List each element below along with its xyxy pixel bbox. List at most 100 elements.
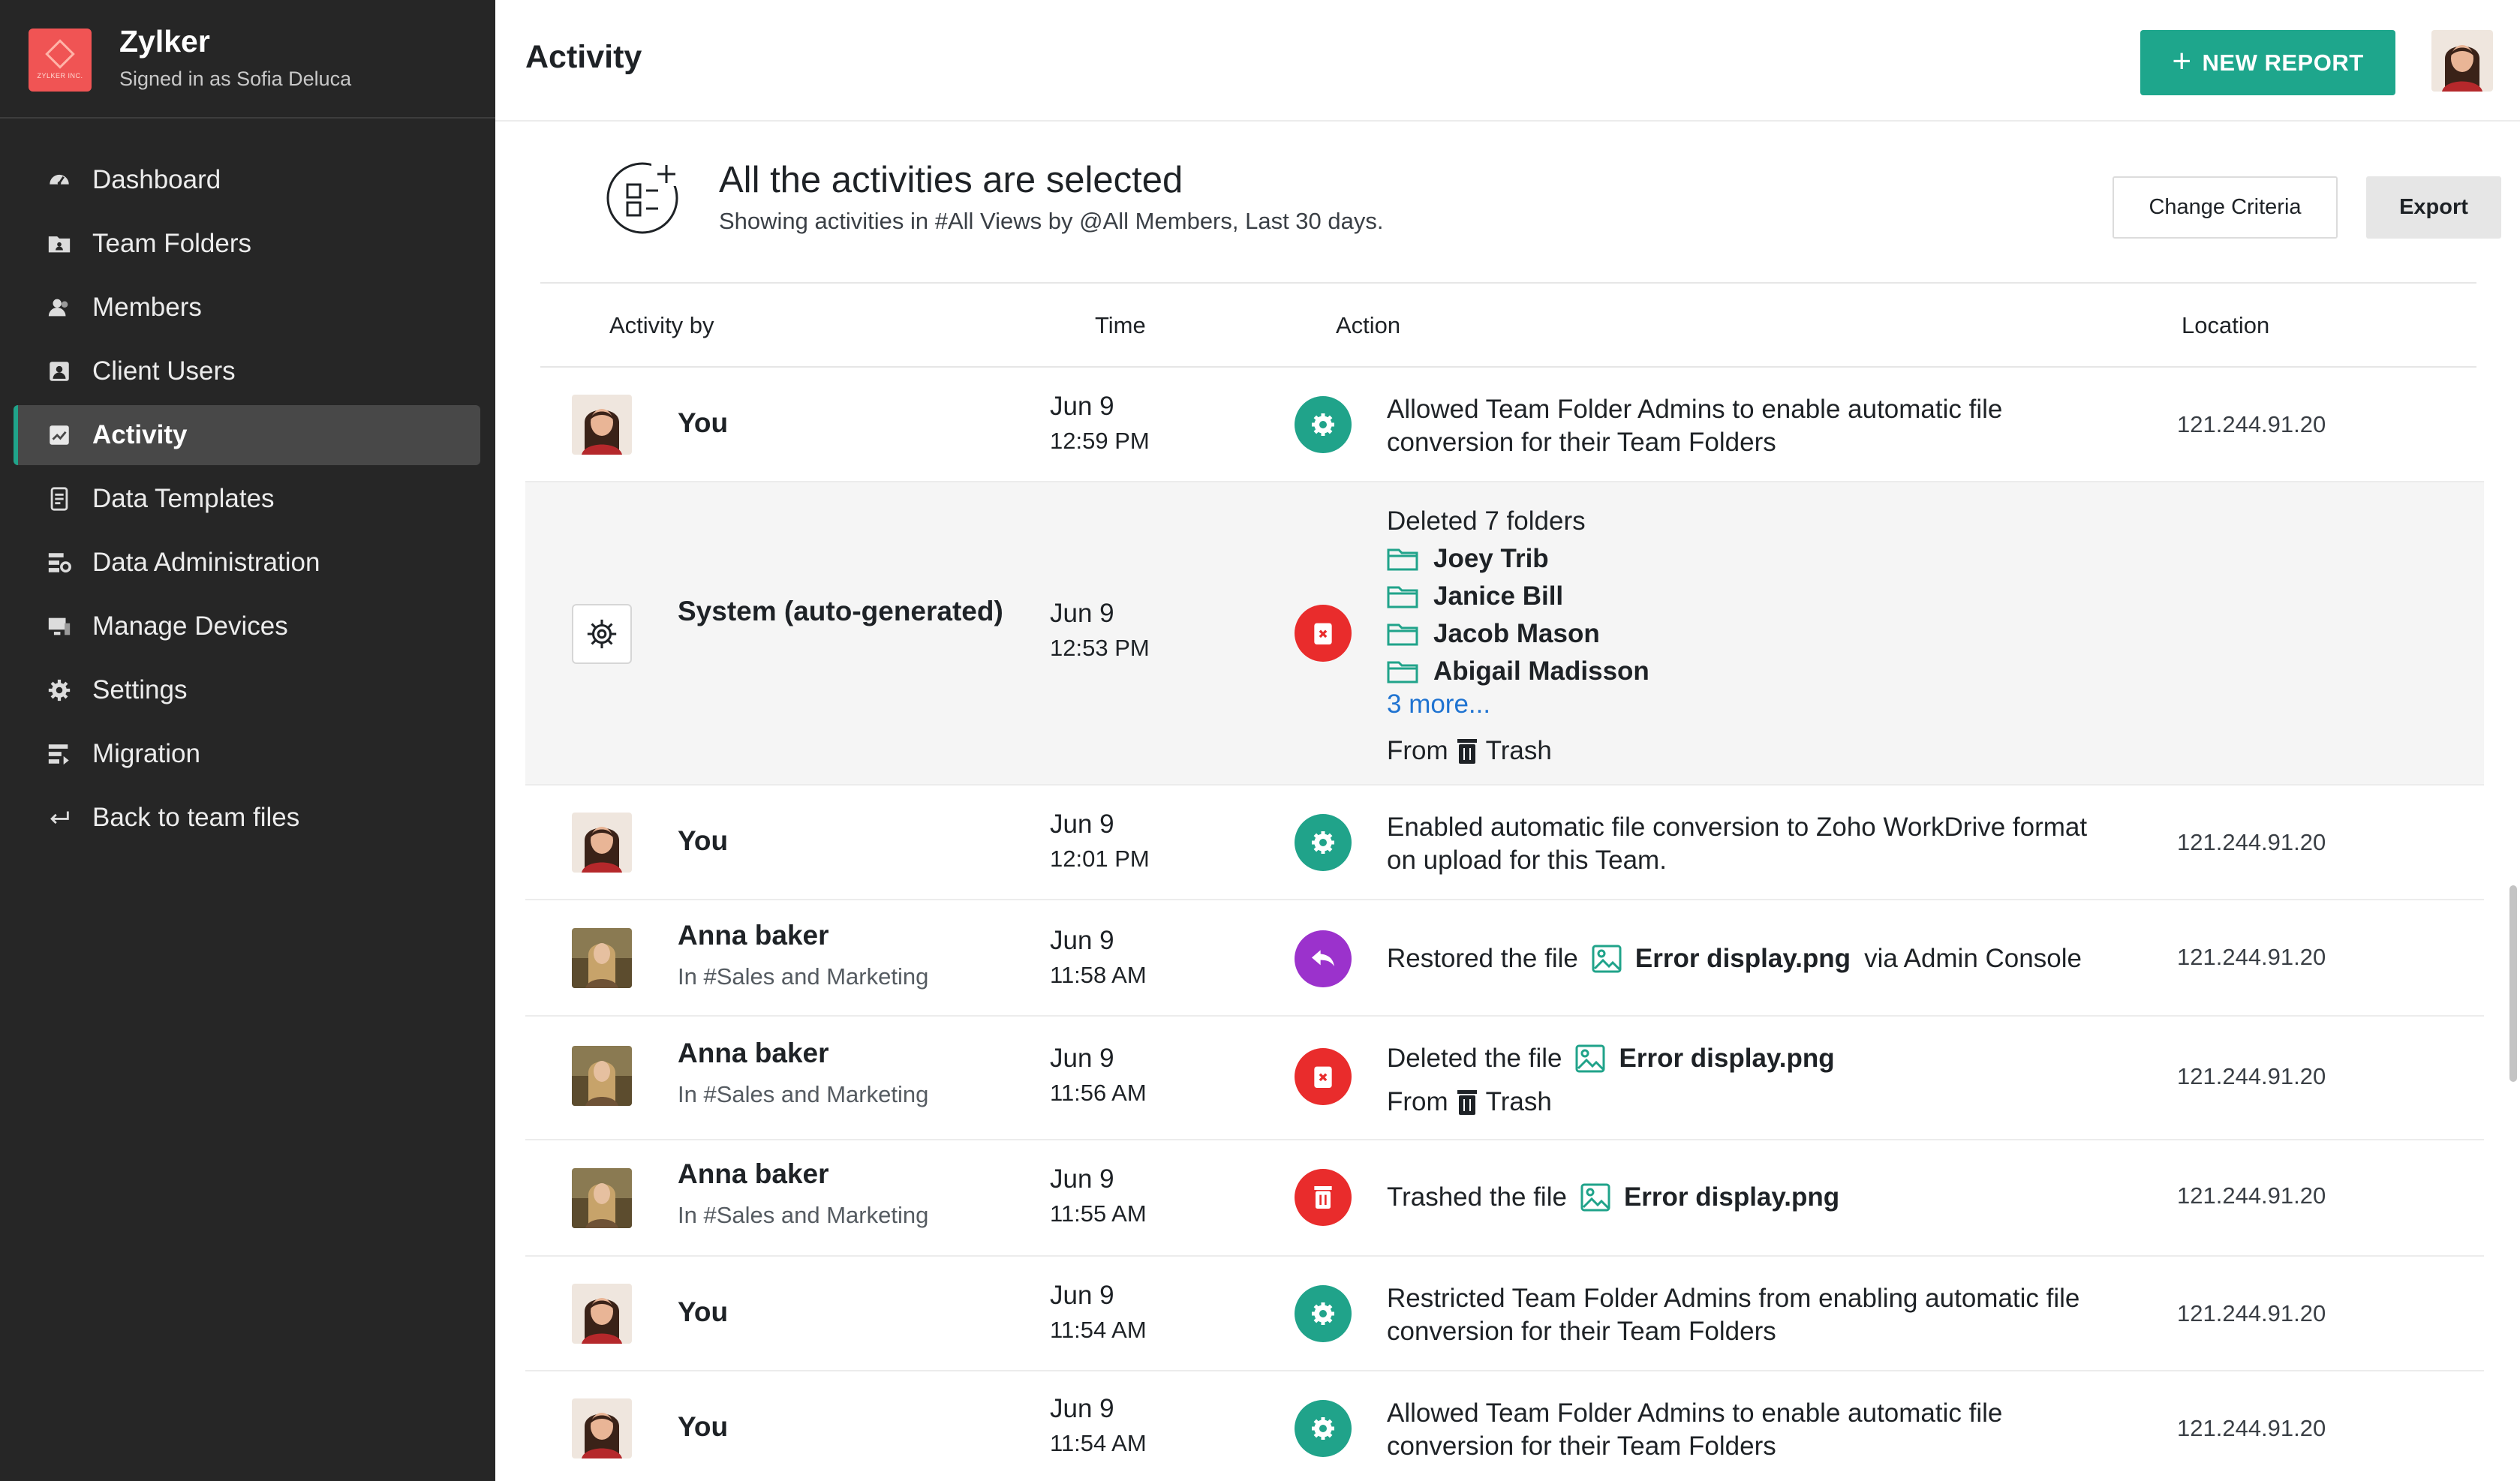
sidebar-item-migration[interactable]: Migration xyxy=(14,724,480,784)
new-report-button[interactable]: + NEW REPORT xyxy=(2140,30,2395,95)
activity-time: 12:01 PM xyxy=(1050,846,1150,872)
activity-date: Jun 9 xyxy=(1050,1044,1114,1073)
settings-icon xyxy=(47,677,72,703)
folder-item[interactable]: Joey Trib xyxy=(1387,544,1549,574)
action-prefix: Restored the file xyxy=(1387,944,1578,973)
action-description: Deleted 7 folders xyxy=(1387,506,1586,536)
activity-time: 11:54 AM xyxy=(1050,1430,1147,1456)
table-row[interactable]: Anna baker In #Sales and Marketing Jun 9… xyxy=(525,1140,2484,1257)
ip-location: 121.244.91.20 xyxy=(2177,829,2326,855)
table-row[interactable]: System (auto-generated) Jun 9 12:53 PM D… xyxy=(525,482,2484,786)
vertical-scrollbar[interactable] xyxy=(2509,885,2517,1082)
avatar xyxy=(572,1168,632,1228)
activity-date: Jun 9 xyxy=(1050,1394,1114,1423)
folder-icon xyxy=(1387,586,1418,608)
activity-date: Jun 9 xyxy=(1050,926,1114,955)
activity-date: Jun 9 xyxy=(1050,810,1114,839)
criteria-panel: All the activities are selected Showing … xyxy=(540,122,2501,284)
actor-name: You xyxy=(678,407,729,438)
dashboard-icon xyxy=(47,167,72,193)
column-header-activity-by[interactable]: Activity by xyxy=(609,312,714,339)
column-header-time[interactable]: Time xyxy=(1095,312,1146,339)
folder-name: Jacob Mason xyxy=(1433,619,1600,648)
table-row[interactable]: You Jun 9 11:54 AM Restricted Team Folde… xyxy=(525,1257,2484,1371)
table-row[interactable]: Anna baker In #Sales and Marketing Jun 9… xyxy=(525,1017,2484,1140)
actor-team: In #Sales and Marketing xyxy=(678,1081,929,1107)
settings-icon xyxy=(1295,396,1352,453)
org-logo[interactable]: ZYLKER INC. xyxy=(29,29,92,92)
activity-time: 12:59 PM xyxy=(1050,428,1150,454)
ip-location: 121.244.91.20 xyxy=(2177,411,2326,437)
gear-icon xyxy=(587,619,617,649)
sidebar-item-data-administration[interactable]: Data Administration xyxy=(14,533,480,593)
trash-icon xyxy=(1295,1169,1352,1226)
file-name-link[interactable]: Error display.png xyxy=(1635,942,1851,975)
action-suffix: via Admin Console xyxy=(1864,944,2082,973)
table-row[interactable]: Anna baker In #Sales and Marketing Jun 9… xyxy=(525,900,2484,1017)
sidebar-item-team-folders[interactable]: Team Folders xyxy=(14,214,480,274)
activity-time: 11:54 AM xyxy=(1050,1317,1147,1343)
export-button[interactable]: Export xyxy=(2366,176,2501,239)
column-header-action[interactable]: Action xyxy=(1336,312,1400,339)
table-header: Activity by Time Action Location xyxy=(540,284,2476,368)
ip-location: 121.244.91.20 xyxy=(2177,1300,2326,1326)
sidebar-item-client-users[interactable]: Client Users xyxy=(14,341,480,401)
sidebar-item-label: Data Administration xyxy=(92,548,320,577)
team-folders-icon xyxy=(47,231,72,257)
actor-name: You xyxy=(678,1296,729,1327)
org-name[interactable]: Zylker xyxy=(119,24,210,59)
sidebar-item-back-to-team-files[interactable]: Back to team files xyxy=(14,788,480,848)
sidebar-item-activity[interactable]: Activity xyxy=(14,405,480,465)
members-icon xyxy=(47,295,72,320)
ip-location: 121.244.91.20 xyxy=(2177,1182,2326,1209)
sidebar-item-label: Members xyxy=(92,293,202,322)
sidebar-item-data-templates[interactable]: Data Templates xyxy=(14,469,480,529)
table-row[interactable]: You Jun 9 12:59 PM Allowed Team Folder A… xyxy=(525,368,2484,482)
delete-icon xyxy=(1295,1048,1352,1105)
page-title: Activity xyxy=(525,39,642,75)
system-avatar xyxy=(572,604,632,664)
client-users-icon xyxy=(47,359,72,384)
sidebar-item-label: Manage Devices xyxy=(92,611,288,641)
show-more-link[interactable]: 3 more... xyxy=(1387,689,1490,719)
action-description: Trashed the file Error display.png xyxy=(1387,1181,2092,1214)
table-row[interactable]: You Jun 9 11:54 AM Allowed Team Folder A… xyxy=(525,1371,2484,1481)
action-description: Enabled automatic file conversion to Zoh… xyxy=(1387,813,2088,875)
sidebar-item-settings[interactable]: Settings xyxy=(14,660,480,720)
action-description: Restored the file Error display.png via … xyxy=(1387,942,2092,975)
logo-text: ZYLKER INC. xyxy=(37,72,83,80)
sidebar-item-members[interactable]: Members xyxy=(14,278,480,338)
folder-item[interactable]: Abigail Madisson xyxy=(1387,656,1649,686)
file-name-link[interactable]: Error display.png xyxy=(1619,1042,1834,1075)
folder-name: Abigail Madisson xyxy=(1433,656,1649,686)
plus-icon: + xyxy=(2172,42,2192,80)
activity-time: 11:56 AM xyxy=(1050,1080,1147,1106)
actor-name: System (auto-generated) xyxy=(678,596,1003,626)
avatar xyxy=(572,1284,632,1344)
from-location: From Trash xyxy=(1387,734,2092,768)
activity-time: 11:55 AM xyxy=(1050,1200,1147,1227)
sidebar-item-label: Back to team files xyxy=(92,803,300,832)
change-criteria-button[interactable]: Change Criteria xyxy=(2113,176,2338,239)
sidebar-item-label: Activity xyxy=(92,420,188,449)
user-avatar[interactable] xyxy=(2431,30,2493,92)
folder-icon xyxy=(1387,548,1418,571)
folder-item[interactable]: Janice Bill xyxy=(1387,581,1563,611)
table-row[interactable]: You Jun 9 12:01 PM Enabled automatic fil… xyxy=(525,786,2484,900)
file-name-link[interactable]: Error display.png xyxy=(1624,1181,1839,1214)
activity-time: 12:53 PM xyxy=(1050,635,1150,661)
criteria-subtitle: Showing activities in #All Views by @All… xyxy=(719,208,1384,234)
folder-item[interactable]: Jacob Mason xyxy=(1387,619,1600,649)
ip-location: 121.244.91.20 xyxy=(2177,1063,2326,1089)
activity-date: Jun 9 xyxy=(1050,599,1114,628)
action-prefix: Trashed the file xyxy=(1387,1182,1567,1212)
folder-name: Joey Trib xyxy=(1433,544,1549,573)
actor-name: Anna baker xyxy=(678,920,829,951)
avatar xyxy=(572,1398,632,1458)
action-description: Allowed Team Folder Admins to enable aut… xyxy=(1387,1398,2003,1461)
sidebar-item-manage-devices[interactable]: Manage Devices xyxy=(14,596,480,656)
sidebar-item-dashboard[interactable]: Dashboard xyxy=(14,150,480,210)
column-header-location[interactable]: Location xyxy=(2182,312,2269,339)
delete-icon xyxy=(1295,605,1352,662)
signed-in-label: Signed in as Sofia Deluca xyxy=(119,68,352,90)
